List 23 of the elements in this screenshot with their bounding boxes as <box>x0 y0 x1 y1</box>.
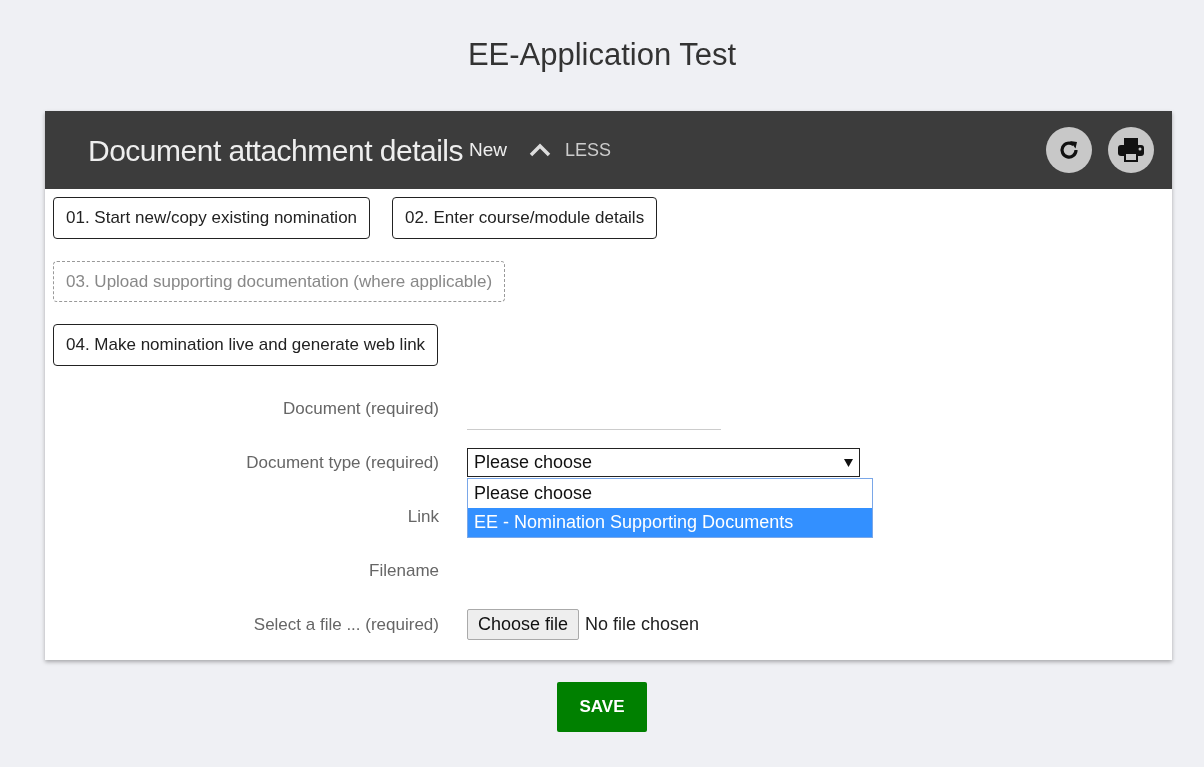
choose-file-button[interactable]: Choose file <box>467 609 580 640</box>
field-label: Link <box>406 505 440 528</box>
step-button[interactable]: 04. Make nomination live and generate web link <box>53 324 439 366</box>
dropdown-option[interactable]: Please choose <box>468 479 872 508</box>
print-button[interactable] <box>1108 127 1154 173</box>
file-status: No file chosen <box>585 613 700 636</box>
dropdown-arrow-icon <box>844 458 853 467</box>
step-button[interactable]: 01. Start new/copy existing nomination <box>53 197 371 239</box>
panel-title: Document attachment details <box>88 132 464 169</box>
field-label: Filename <box>368 559 440 582</box>
printer-icon <box>1117 137 1145 163</box>
save-button[interactable]: SAVE <box>557 681 647 732</box>
field-label: Document (required) <box>282 397 440 420</box>
field-label: Document type (required) <box>245 451 440 474</box>
field-label: Select a file ... (required) <box>252 613 440 636</box>
document-type-dropdown[interactable]: Please choose <box>467 448 860 477</box>
refresh-icon <box>1057 138 1081 162</box>
new-label: New <box>469 137 508 162</box>
page-title: EE-Application Test <box>466 36 738 74</box>
collapse-toggle[interactable]: LESS <box>529 136 612 164</box>
refresh-button[interactable] <box>1046 127 1092 173</box>
step-button[interactable]: 02. Enter course/module details <box>392 197 658 239</box>
chevron-up-icon <box>529 143 552 157</box>
